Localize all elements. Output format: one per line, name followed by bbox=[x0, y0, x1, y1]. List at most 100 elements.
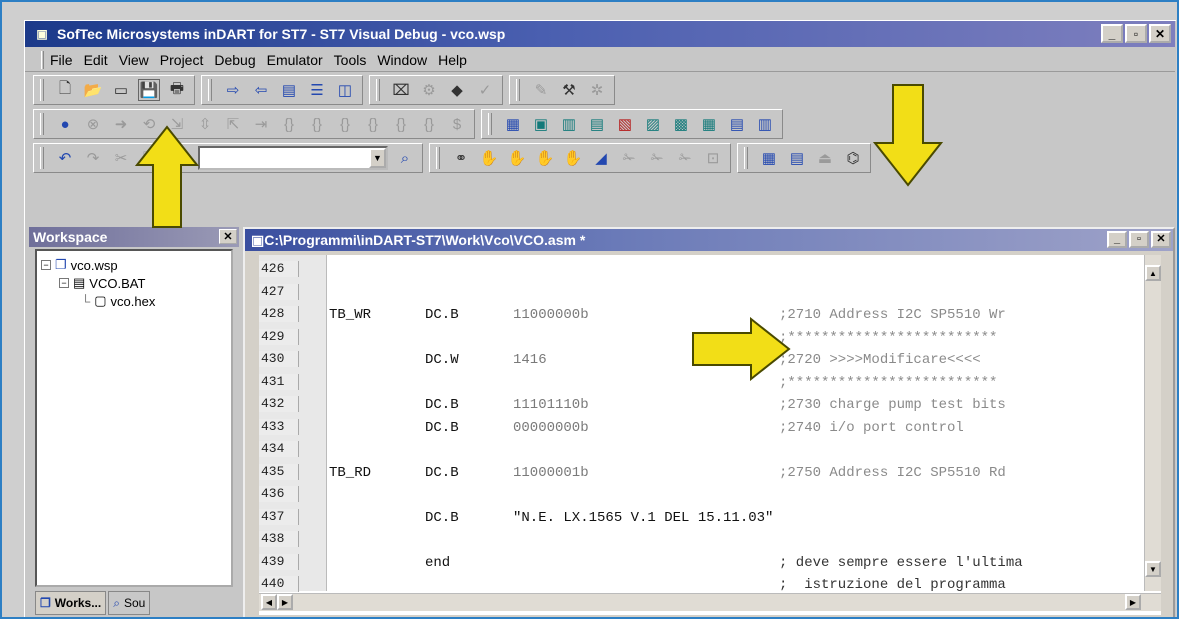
run-to-cursor-icon[interactable]: ⇥ bbox=[250, 113, 272, 135]
code-line[interactable]: TB_RD DC.B 11000001b ;2750 Address I2C SP55… bbox=[329, 464, 1139, 482]
workspace-titlebar[interactable]: Workspace ✕ bbox=[29, 227, 239, 247]
rebuild-icon[interactable]: ⇦ bbox=[250, 79, 272, 101]
hand-remove-icon[interactable]: ✋ bbox=[534, 147, 556, 169]
chevron-down-icon[interactable]: ▼ bbox=[369, 148, 386, 168]
breakpoint-2-icon[interactable]: {} bbox=[306, 113, 328, 135]
eraser-icon[interactable]: ◆ bbox=[446, 79, 468, 101]
open-folder-icon[interactable]: 📂 bbox=[82, 79, 104, 101]
editor-close-button[interactable]: ✕ bbox=[1151, 231, 1171, 248]
menu-help[interactable]: Help bbox=[438, 52, 467, 68]
close-icon[interactable]: ✕ bbox=[219, 229, 237, 244]
scroll-right-end-icon[interactable]: ▶ bbox=[1125, 594, 1141, 610]
grid-icon[interactable]: ▥ bbox=[754, 113, 776, 135]
code-line[interactable] bbox=[329, 441, 1139, 459]
tree-item-workspace[interactable]: − ❐ vco.wsp bbox=[41, 257, 118, 273]
code-line[interactable] bbox=[329, 284, 1139, 302]
toolbar-grip[interactable] bbox=[488, 113, 492, 135]
menu-tools[interactable]: Tools bbox=[334, 52, 367, 68]
breakpoint-4-icon[interactable]: {} bbox=[362, 113, 384, 135]
columns-icon[interactable]: ◫ bbox=[334, 79, 356, 101]
tab-workspace[interactable]: ❐ Works... bbox=[35, 591, 107, 615]
toolbar-grip[interactable] bbox=[40, 147, 44, 169]
chip-icon[interactable]: ▤ bbox=[786, 147, 808, 169]
editor-titlebar[interactable]: ▣ C:\Programmi\inDART-ST7\Work\Vco\VCO.a… bbox=[245, 229, 1173, 251]
print-icon[interactable]: 🖶 bbox=[166, 79, 188, 101]
build-icon[interactable]: ⇨ bbox=[222, 79, 244, 101]
memory-icon[interactable]: ▥ bbox=[558, 113, 580, 135]
tools-icon[interactable]: ✲ bbox=[586, 79, 608, 101]
scroll-left-icon[interactable]: ◀ bbox=[261, 594, 277, 610]
breakpoint-1-icon[interactable]: {} bbox=[278, 113, 300, 135]
code-line[interactable] bbox=[329, 261, 1139, 279]
hand-insert-icon[interactable]: ✋ bbox=[506, 147, 528, 169]
redo-icon[interactable]: ↷ bbox=[82, 147, 104, 169]
tree-item-file[interactable]: └ ▢ vco.hex bbox=[81, 293, 155, 309]
editor-body[interactable]: 426 427 428 429 430 431 432 433 434 435 436 437 438 4… bbox=[259, 255, 1161, 615]
step-out-icon[interactable]: ⇱ bbox=[222, 113, 244, 135]
editor-restore-button[interactable]: ▫ bbox=[1129, 231, 1149, 248]
save-icon[interactable]: 💾 bbox=[138, 79, 160, 101]
code-line[interactable]: DC.B 11101110b ;2730 charge pump test bits bbox=[329, 396, 1139, 414]
program-chip-icon[interactable]: ▦ bbox=[758, 147, 780, 169]
menu-edit[interactable]: Edit bbox=[84, 52, 108, 68]
hand-icon[interactable]: ✋ bbox=[478, 147, 500, 169]
toolbar-grip[interactable] bbox=[376, 79, 380, 101]
new-file-icon[interactable]: 🗋 bbox=[54, 79, 76, 101]
find-in-files-icon[interactable]: ⌕ bbox=[394, 147, 416, 169]
symbols-icon[interactable]: ▤ bbox=[726, 113, 748, 135]
breakpoint-3-icon[interactable]: {} bbox=[334, 113, 356, 135]
menu-grip[interactable] bbox=[41, 50, 44, 69]
peripherals-icon[interactable]: ▩ bbox=[670, 113, 692, 135]
tab-source[interactable]: ⌕ Sou bbox=[108, 591, 151, 615]
code-line[interactable]: ; istruzione del programma bbox=[329, 576, 1139, 594]
toolbar-grip[interactable] bbox=[40, 113, 44, 135]
toolbar-grip[interactable] bbox=[40, 79, 44, 101]
scroll-down-icon[interactable]: ▼ bbox=[1145, 561, 1161, 577]
menu-view[interactable]: View bbox=[119, 52, 149, 68]
brush-icon[interactable]: ✎ bbox=[530, 79, 552, 101]
code-area[interactable]: TB_WR DC.B 11000000b ;2710 Address I2C SP55… bbox=[329, 255, 1139, 594]
code-line[interactable]: DC.B "N.E. LX.1565 V.1 DEL 15.11.03" bbox=[329, 509, 1139, 527]
toolbar-grip[interactable] bbox=[208, 79, 212, 101]
scroll-right-icon[interactable]: ▶ bbox=[277, 594, 293, 610]
menu-emulator[interactable]: Emulator bbox=[267, 52, 323, 68]
toolbar-grip[interactable] bbox=[436, 147, 440, 169]
dollar-icon[interactable]: $ bbox=[446, 113, 468, 135]
debug-start-icon[interactable]: ● bbox=[54, 113, 76, 135]
breakpoint-6-icon[interactable]: {} bbox=[418, 113, 440, 135]
stack-icon[interactable]: ▦ bbox=[698, 113, 720, 135]
verify-chip-icon[interactable]: ⌬ bbox=[842, 147, 864, 169]
toolbar-grip[interactable] bbox=[744, 147, 748, 169]
watch-icon[interactable]: ▤ bbox=[586, 113, 608, 135]
minimize-button[interactable]: _ bbox=[1101, 24, 1123, 43]
maximize-button[interactable]: ▫ bbox=[1125, 24, 1147, 43]
title-bar[interactable]: ▣ SofTec Microsystems inDART for ST7 - S… bbox=[25, 21, 1175, 47]
breakpoint-5-icon[interactable]: {} bbox=[390, 113, 412, 135]
close-button[interactable]: ✕ bbox=[1149, 24, 1171, 43]
cut-icon[interactable]: ✂ bbox=[110, 147, 132, 169]
run-icon[interactable]: ➜ bbox=[110, 113, 132, 135]
menu-window[interactable]: Window bbox=[377, 52, 427, 68]
toolbar-grip[interactable] bbox=[516, 79, 520, 101]
editor-minimize-button[interactable]: _ bbox=[1107, 231, 1127, 248]
debug-stop-icon[interactable]: ⊗ bbox=[82, 113, 104, 135]
device-icon[interactable]: ⚒ bbox=[558, 79, 580, 101]
code-line[interactable] bbox=[329, 531, 1139, 549]
new-window-icon[interactable]: ▭ bbox=[110, 79, 132, 101]
output-icon[interactable]: ▣ bbox=[530, 113, 552, 135]
bookmark-clear-icon[interactable]: ✁ bbox=[674, 147, 696, 169]
code-line[interactable] bbox=[329, 486, 1139, 504]
registers-icon[interactable]: ▦ bbox=[502, 113, 524, 135]
compile-icon[interactable]: ⌧ bbox=[390, 79, 412, 101]
scroll-up-icon[interactable]: ▲ bbox=[1145, 265, 1161, 281]
layout-icon[interactable]: ▤ bbox=[278, 79, 300, 101]
disassembly-icon[interactable]: ▧ bbox=[614, 113, 636, 135]
bookmark-icon[interactable]: ◢ bbox=[590, 147, 612, 169]
list-icon[interactable]: ☰ bbox=[306, 79, 328, 101]
menu-project[interactable]: Project bbox=[160, 52, 204, 68]
bookmark-next-icon[interactable]: ✁ bbox=[618, 147, 640, 169]
erase-chip-icon[interactable]: ⏏ bbox=[814, 147, 836, 169]
hand-clear-icon[interactable]: ✋ bbox=[562, 147, 584, 169]
menu-debug[interactable]: Debug bbox=[214, 52, 255, 68]
goto-icon[interactable]: ⊡ bbox=[702, 147, 724, 169]
